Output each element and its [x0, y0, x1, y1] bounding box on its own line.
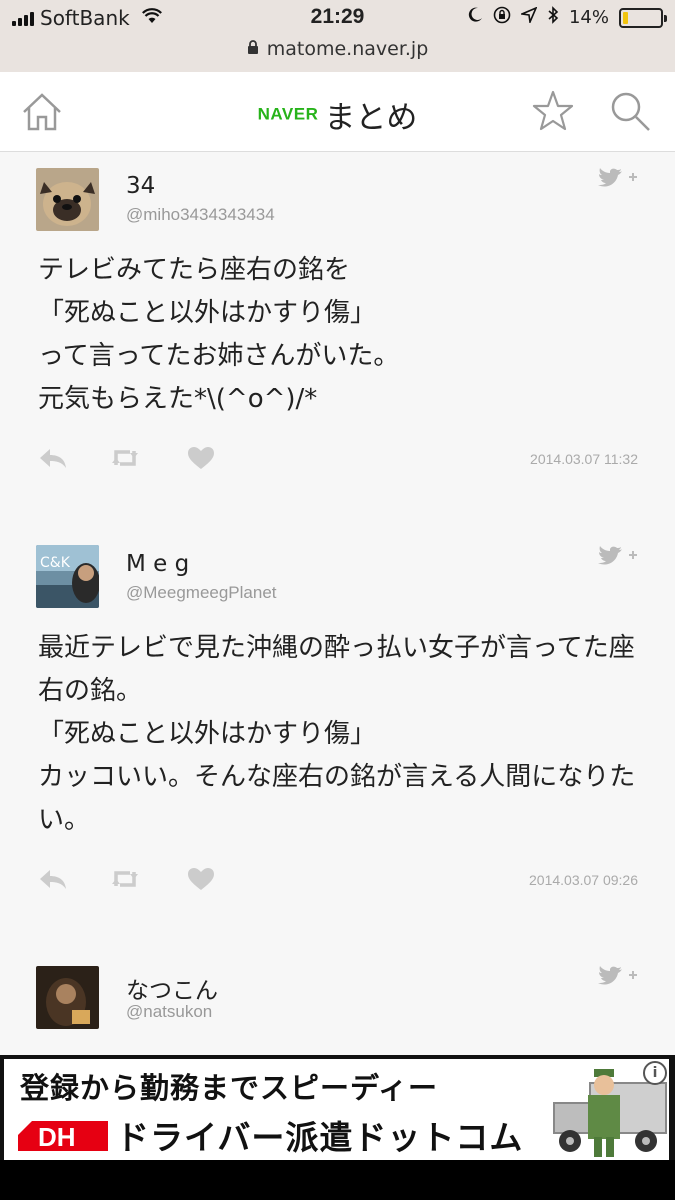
- heart-icon[interactable]: [186, 866, 216, 892]
- ad-logo-text: DH: [38, 1122, 76, 1152]
- avatar[interactable]: [36, 168, 99, 231]
- battery-fill: [623, 11, 628, 24]
- twitter-follow-icon[interactable]: [596, 167, 638, 191]
- ad-headline: 登録から勤務までスピーディー: [20, 1071, 438, 1105]
- bluetooth-icon: [547, 6, 559, 29]
- retweet-icon[interactable]: [110, 866, 140, 892]
- ad-brand-name: ドライバー派遣ドットコム: [116, 1118, 524, 1157]
- user-handle[interactable]: @natsukon: [126, 1002, 212, 1022]
- star-icon[interactable]: [531, 89, 575, 133]
- dh-logo-icon: DH: [18, 1113, 112, 1155]
- site-header: NAVER まとめ: [0, 72, 675, 152]
- tweet-date[interactable]: 2014.03.07 11:32: [530, 451, 638, 467]
- status-bar: SoftBank 21:29 14%: [0, 0, 675, 38]
- user-handle[interactable]: @MeegmeegPlanet: [126, 583, 277, 603]
- tweet-actions: 2014.03.07 11:32: [38, 445, 638, 475]
- reply-icon[interactable]: [38, 866, 68, 892]
- lock-icon: [247, 40, 259, 59]
- ad-banner[interactable]: 登録から勤務までスピーディー DH ドライバー派遣ドットコム i: [0, 1055, 675, 1160]
- tweet-card: なつこん @natsukon: [0, 953, 675, 1053]
- svg-text:C&K: C&K: [40, 555, 71, 571]
- bottom-bar: [0, 1160, 675, 1200]
- retweet-icon[interactable]: [110, 445, 140, 471]
- tweet-date[interactable]: 2014.03.07 09:26: [529, 872, 638, 888]
- avatar[interactable]: [36, 966, 99, 1029]
- tweet-card: 34 @miho3434343434 テレビみてたら座右の銘を 「死ぬこと以外は…: [0, 153, 675, 493]
- logo-naver: NAVER: [257, 104, 319, 124]
- moon-icon: [467, 7, 483, 28]
- orientation-lock-icon: [493, 6, 511, 29]
- battery-icon: [619, 7, 667, 28]
- location-icon: [519, 6, 538, 28]
- url-text: matome.naver.jp: [266, 38, 429, 60]
- logo-matome: まとめ: [324, 100, 418, 136]
- tweet-text: 最近テレビで見た沖縄の酔っ払い女子が言ってた座右の銘。 「死ぬこと以外はかすり傷…: [38, 633, 636, 835]
- user-name[interactable]: 34: [126, 173, 155, 199]
- tweet-card: C&K M e g @MeegmeegPlanet 最近テレビで見た沖縄の酔っ払…: [0, 531, 675, 911]
- user-handle[interactable]: @miho3434343434: [126, 205, 275, 225]
- user-name[interactable]: なつこん: [126, 971, 218, 1005]
- tweet-actions: 2014.03.07 09:26: [38, 866, 638, 896]
- battery-percent: 14%: [568, 7, 609, 28]
- status-icons: 14%: [467, 6, 667, 29]
- twitter-follow-icon[interactable]: [596, 965, 638, 989]
- reply-icon[interactable]: [38, 445, 68, 471]
- url-bar[interactable]: matome.naver.jp: [0, 38, 675, 60]
- tweet-text: テレビみてたら座右の銘を 「死ぬこと以外はかすり傷」 って言ってたお姉さんがいた…: [38, 255, 400, 414]
- avatar[interactable]: C&K: [36, 545, 99, 608]
- ad-info-icon[interactable]: i: [643, 1061, 667, 1085]
- user-name[interactable]: M e g: [126, 551, 189, 577]
- twitter-follow-icon[interactable]: [596, 545, 638, 569]
- heart-icon[interactable]: [186, 445, 216, 471]
- browser-chrome: SoftBank 21:29 14% matome.naver.jp: [0, 0, 675, 72]
- search-icon[interactable]: [608, 89, 652, 133]
